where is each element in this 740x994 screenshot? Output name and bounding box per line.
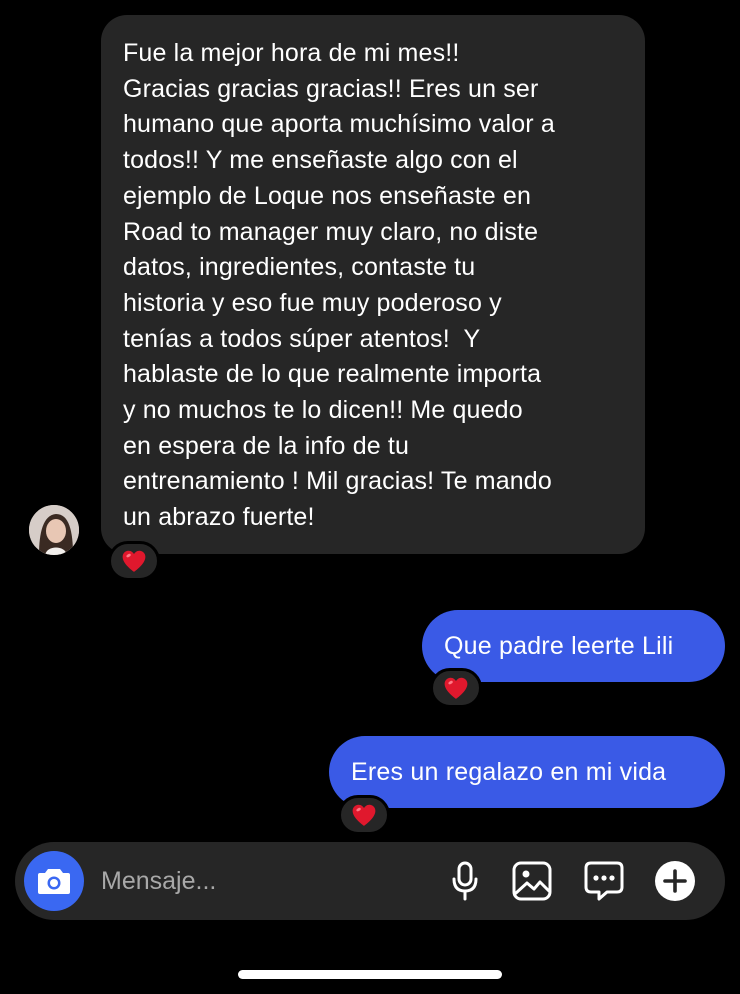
incoming-message-bubble[interactable]: Fue la mejor hora de mi mes!! Gracias gr… [101,15,645,554]
reaction-heart[interactable] [108,541,160,581]
message-input[interactable] [101,856,421,906]
avatar[interactable] [29,505,79,555]
more-options-button[interactable] [652,858,698,904]
gallery-button[interactable] [509,858,555,904]
plus-icon [654,860,696,902]
outgoing-message-text: Eres un regalazo en mi vida [351,757,667,786]
outgoing-message-bubble[interactable]: Eres un regalazo en mi vida [329,736,725,808]
camera-button[interactable] [24,851,84,911]
microphone-icon [450,861,480,901]
heart-icon [121,549,147,573]
voice-message-button[interactable] [442,858,488,904]
message-composer [15,842,725,920]
heart-icon [443,676,469,700]
gallery-icon [512,861,552,901]
home-indicator[interactable] [238,970,502,979]
incoming-message-text: Fue la mejor hora de mi mes!! Gracias gr… [123,39,555,532]
sticker-button[interactable] [581,858,627,904]
heart-icon [351,803,377,827]
outgoing-message-text: Que padre leerte Lili [444,631,674,660]
camera-icon [37,866,71,896]
reaction-heart[interactable] [430,668,482,708]
sticker-icon [583,860,625,902]
reaction-heart[interactable] [338,795,390,835]
avatar-image [29,505,79,555]
